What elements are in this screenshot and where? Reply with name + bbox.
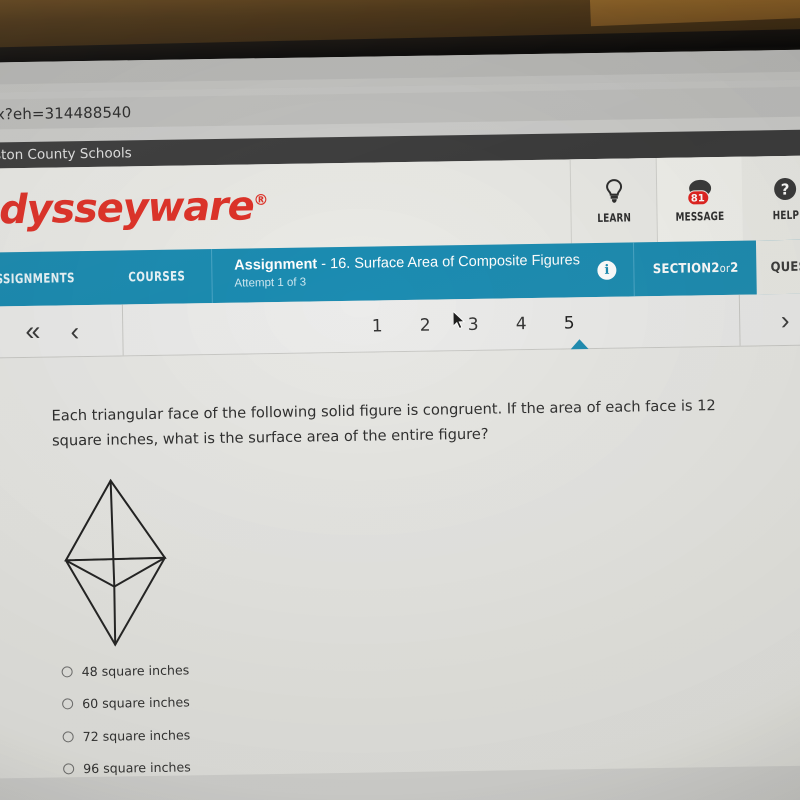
header-button-message-label: MESSAGE: [675, 208, 725, 224]
pager-numbers: 1 2 3 4 5: [121, 294, 741, 356]
question-content: Each triangular face of the following so…: [0, 345, 800, 779]
radio-button-4[interactable]: [63, 763, 75, 775]
active-question-caret: [570, 339, 589, 350]
address-bar-text: ex?eh=314488540: [0, 103, 132, 124]
pager-next-icon[interactable]: ›: [781, 304, 790, 334]
section-of: or: [719, 261, 731, 275]
header-button-message[interactable]: 81 MESSAGE: [655, 156, 743, 243]
section-number: 2: [711, 260, 720, 276]
radio-button-3[interactable]: [62, 730, 74, 743]
header-button-learn-label: LEARN: [597, 210, 632, 225]
assignment-attempt: Attempt 1 of 3: [234, 276, 307, 290]
assignment-label: Assignment: [234, 256, 318, 274]
message-bubble-icon: 81: [682, 175, 716, 206]
answer-option-3-label: 72 square inches: [82, 727, 191, 744]
answer-option-4-label: 96 square inches: [83, 759, 191, 777]
assignment-info-button[interactable]: i: [579, 242, 634, 297]
section-prefix: SECTION: [652, 260, 712, 277]
mouse-cursor: [453, 311, 466, 330]
logo-registered-mark: ®: [253, 190, 268, 210]
question-circle-icon: ?: [773, 174, 797, 204]
answer-options: 48 square inches 60 square inches 72 squ…: [61, 653, 191, 785]
svg-text:?: ?: [781, 180, 790, 198]
pager-number-4[interactable]: 4: [497, 313, 545, 334]
screen-area: + ex?eh=314488540 uston County Schools O…: [0, 49, 800, 800]
question-tab[interactable]: QUEST: [756, 239, 800, 295]
pager-number-5[interactable]: 5: [545, 313, 593, 334]
logo-area: Odysseyware®: [0, 159, 571, 252]
pager-number-1[interactable]: 1: [353, 316, 401, 337]
answer-option-4[interactable]: 96 square inches: [63, 751, 191, 786]
assignment-title-line: Assignment - 16. Surface Area of Composi…: [234, 252, 580, 274]
info-circle-icon: i: [597, 260, 617, 280]
pager-number-2[interactable]: 2: [401, 315, 449, 336]
pager-next-button[interactable]: ›: [740, 293, 800, 345]
section-total: 2: [730, 260, 739, 276]
answer-option-1[interactable]: 48 square inches: [61, 653, 189, 688]
triangular-bipyramid-octahedron-icon: [64, 478, 167, 647]
header-button-help-label: HELP: [772, 207, 799, 223]
header-button-help[interactable]: ? HELP: [741, 155, 800, 241]
lightbulb-icon: [603, 177, 623, 207]
app-header: Odysseyware® LEARN 81 MESSAGE ? HELP: [0, 155, 800, 253]
answer-option-1-label: 48 square inches: [81, 662, 190, 679]
nav-item-assignments[interactable]: ASSIGNMENTS: [0, 270, 94, 287]
photo-of-screen: + ex?eh=314488540 uston County Schools O…: [0, 0, 800, 800]
header-button-learn[interactable]: LEARN: [569, 158, 657, 244]
answer-option-2[interactable]: 60 square inches: [62, 686, 190, 721]
section-indicator: SECTION 2 or 2: [633, 240, 757, 297]
message-unread-badge: 81: [686, 190, 709, 206]
assignment-info: Assignment - 16. Surface Area of Composi…: [210, 243, 581, 304]
answer-option-2-label: 60 square inches: [82, 694, 190, 712]
answer-option-3[interactable]: 72 square inches: [62, 718, 190, 753]
navbar-links: ASSIGNMENTS COURSES: [0, 249, 212, 307]
radio-button-1[interactable]: [61, 666, 73, 678]
nav-item-courses[interactable]: COURSES: [109, 269, 205, 286]
question-text: Each triangular face of the following so…: [51, 397, 716, 450]
pager-prev-icon[interactable]: ‹: [70, 316, 79, 346]
assignment-title: - 16. Surface Area of Composite Figures: [317, 252, 581, 273]
question-figure: [53, 473, 186, 662]
radio-button-2[interactable]: [62, 698, 74, 710]
pager-first-icon[interactable]: «: [25, 316, 41, 346]
pager-left-controls: « ‹: [0, 304, 123, 357]
bookmark-houston-county-schools[interactable]: uston County Schools: [0, 145, 132, 163]
odysseyware-logo[interactable]: Odysseyware®: [0, 183, 268, 234]
logo-text: Odysseyware: [0, 183, 254, 234]
